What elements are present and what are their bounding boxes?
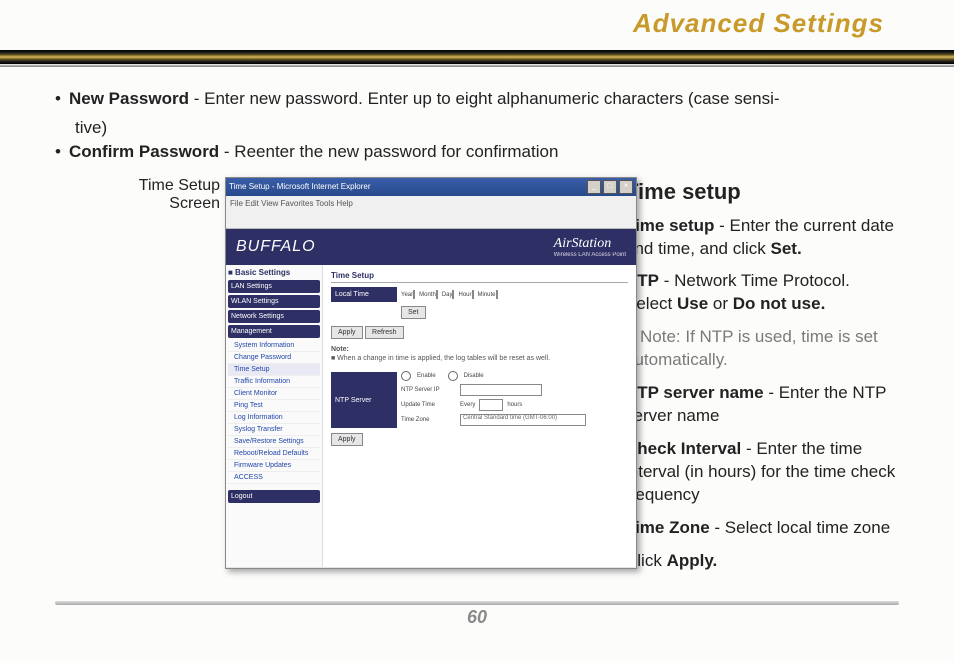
product-name: AirStation — [554, 236, 612, 251]
confirm-password-label: Confirm Password — [69, 142, 219, 161]
sidebar-sub-item: Log Information — [228, 412, 320, 424]
sidebar-sub-item: System Information — [228, 340, 320, 352]
month-input — [436, 290, 438, 299]
interval-input — [479, 399, 503, 411]
minimize-icon: _ — [587, 180, 601, 194]
sidebar-heading: ■ Basic Settings — [228, 268, 320, 280]
ntp-server-input — [460, 384, 542, 396]
bullet-dot: • — [55, 87, 69, 112]
page-number: 60 — [0, 607, 954, 628]
day-label: Day — [442, 292, 453, 298]
sidebar-sub-item: Firmware Updates — [228, 460, 320, 472]
time-setup-screenshot: Time Setup - Microsoft Internet Explorer… — [225, 177, 637, 569]
minute-label: Minute — [478, 292, 496, 298]
time-setup-heading: Time setup — [625, 177, 899, 207]
new-password-label: New Password — [69, 89, 189, 108]
new-password-text: - Enter new password. Enter up to eight … — [189, 89, 780, 108]
note-heading: Note: — [331, 346, 349, 353]
sidebar-main-item: LAN Settings — [228, 280, 320, 293]
page-title: Advanced Settings — [633, 8, 884, 39]
p5-bold: Time Zone — [625, 518, 710, 537]
hour-input — [472, 290, 474, 299]
sidebar-sub-item: Reboot/Reload Defaults — [228, 448, 320, 460]
apply-button-2: Apply — [331, 433, 363, 446]
product-subtitle: Wireless LAN Access Point — [554, 252, 626, 258]
caption-line1: Time Setup — [139, 177, 220, 194]
ntp-label: NTP Server — [331, 372, 397, 428]
hours-label: hours — [507, 402, 522, 408]
minute-input — [496, 290, 498, 299]
new-password-wrap: tive) — [75, 116, 899, 141]
sidebar-main-item: Network Settings — [228, 310, 320, 323]
footer-rule — [55, 601, 899, 605]
p6-bold: Apply. — [667, 551, 718, 570]
year-input — [413, 290, 415, 299]
sidebar-sub-item: Save/Restore Settings — [228, 436, 320, 448]
refresh-button: Refresh — [365, 326, 404, 339]
hour-label: Hour — [458, 292, 471, 298]
sidebar-sub-item: Change Password — [228, 352, 320, 364]
section-heading: Time Setup — [331, 271, 628, 283]
sidebar-sub-item: Traffic Information — [228, 376, 320, 388]
p2-bold2: Use — [677, 294, 708, 313]
sidebar-sub-item: Client Monitor — [228, 388, 320, 400]
window-title: Time Setup - Microsoft Internet Explorer — [229, 182, 371, 191]
set-button: Set — [401, 306, 426, 319]
browser-menubar: File Edit View Favorites Tools Help — [226, 196, 636, 229]
year-label: Year — [401, 292, 413, 298]
sidebar-sub-item: ACCESS — [228, 472, 320, 484]
day-input — [452, 290, 454, 299]
bullet-dot: • — [55, 140, 69, 165]
sidebar-sub-item: Syslog Transfer — [228, 424, 320, 436]
confirm-password-text: - Reenter the new password for confirmat… — [219, 142, 558, 161]
ntp-server-ip-label: NTP Server IP — [401, 387, 456, 393]
decorative-bar-gold — [0, 50, 954, 64]
time-zone-select: Central Standard time (GMT-06:00) — [460, 414, 586, 426]
every-label: Every — [460, 402, 475, 408]
maximize-icon: □ — [603, 180, 617, 194]
apply-button: Apply — [331, 326, 363, 339]
enable-label: Enable — [417, 373, 436, 379]
p5-text: - Select local time zone — [710, 518, 890, 537]
p1-bold: Time setup — [625, 216, 714, 235]
close-icon: × — [619, 180, 633, 194]
sidebar-main-item: WLAN Settings — [228, 295, 320, 308]
radio-icon — [401, 371, 411, 381]
local-time-label: Local Time — [331, 287, 397, 302]
p4-bold: Check Interval — [625, 439, 741, 458]
note-body: ■ When a change in time is applied, the … — [331, 355, 550, 362]
time-zone-label: Time Zone — [401, 417, 456, 423]
radio-icon — [448, 371, 458, 381]
sidebar-sub-item: Ping Test — [228, 400, 320, 412]
ntp-note: ■ Note: If NTP is used, time is set auto… — [625, 326, 899, 372]
p2-bold3: Do not use. — [733, 294, 826, 313]
sidebar-main-item: Management — [228, 325, 320, 338]
month-label: Month — [419, 292, 436, 298]
caption-line2: Screen — [169, 195, 220, 212]
p2-or: or — [708, 294, 733, 313]
p1-bold2: Set. — [771, 239, 802, 258]
update-time-label: Update Time — [401, 402, 456, 408]
sidebar-logout: Logout — [228, 490, 320, 503]
p3-bold: NTP server name — [625, 383, 764, 402]
sidebar-sub-item-selected: Time Setup — [228, 364, 320, 376]
password-bullets: • New Password - Enter new password. Ent… — [55, 87, 899, 165]
disable-label: Disable — [464, 373, 484, 379]
brand-logo: BUFFALO — [236, 238, 316, 256]
